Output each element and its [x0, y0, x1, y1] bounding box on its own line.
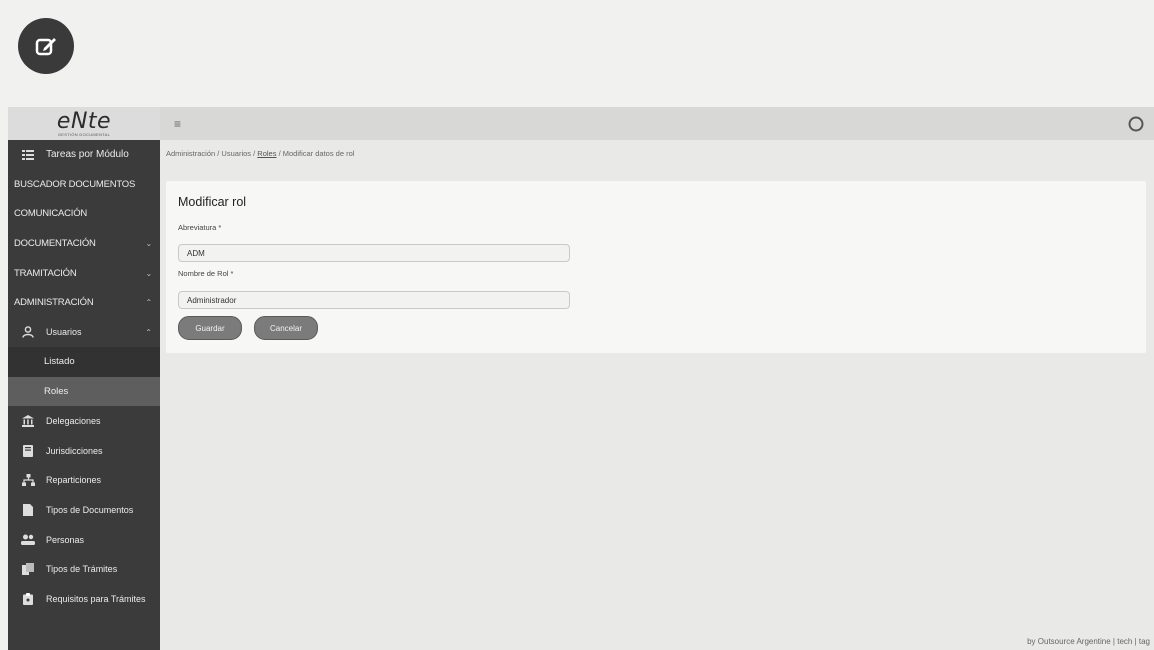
- sidebar-item-tareas[interactable]: Tareas por Módulo: [8, 140, 160, 170]
- sidebar-item-label: COMUNICACIÓN: [14, 208, 88, 220]
- sidebar-item-delegaciones[interactable]: Delegaciones: [8, 406, 160, 436]
- chevron-up-icon: ⌃: [145, 298, 152, 308]
- files-icon: [20, 563, 36, 576]
- sidebar-item-label: Requisitos para Trámites: [46, 593, 146, 604]
- role-name-input[interactable]: [178, 291, 570, 309]
- sidebar-item-requisitos[interactable]: Requisitos para Trámites: [8, 584, 160, 614]
- sitemap-icon: [20, 474, 36, 487]
- sidebar-item-label: ADMINISTRACIÓN: [14, 297, 94, 309]
- sidebar-item-label: TRAMITACIÓN: [14, 267, 77, 279]
- sidebar-item-label: Personas: [46, 534, 85, 545]
- users-icon: [20, 534, 36, 546]
- file-icon: [20, 503, 36, 516]
- sidebar-item-personas[interactable]: Personas: [8, 525, 160, 555]
- sidebar-item-label: Listado: [44, 356, 75, 368]
- sidebar-item-label: Tipos de Documentos: [46, 504, 134, 515]
- breadcrumb-current: / Modificar datos de rol: [276, 149, 355, 158]
- sidebar-item-tipos-tramites[interactable]: Tipos de Trámites: [8, 554, 160, 584]
- sidebar-item-roles[interactable]: Roles: [8, 376, 160, 407]
- page-title: Modificar rol: [178, 195, 247, 209]
- sidebar-item-label: Usuarios: [46, 327, 82, 338]
- edit-icon[interactable]: [18, 18, 74, 74]
- user-circle-icon[interactable]: [1128, 116, 1144, 137]
- chevron-down-icon: ⌄: [145, 268, 152, 278]
- bank-icon: [20, 415, 36, 428]
- form-card: Modificar rol Abreviatura * Nombre de Ro…: [166, 181, 1146, 353]
- footer-credit: by Outsource Argentine | tech | tag: [1027, 637, 1150, 646]
- sidebar-item-label: Tareas por Módulo: [46, 149, 129, 161]
- brand-name: eNte: [56, 108, 112, 134]
- list-icon: [20, 149, 36, 160]
- brand-logo[interactable]: eNte GESTIÓN DOCUMENTAL: [8, 107, 160, 140]
- hamburger-icon[interactable]: ≡: [174, 117, 181, 131]
- sidebar-item-label: Roles: [44, 386, 69, 398]
- sidebar-item-tramitacion[interactable]: TRAMITACIÓN ⌄: [8, 258, 160, 288]
- sidebar-item-usuarios[interactable]: Usuarios ⌃: [8, 318, 160, 348]
- chevron-up-icon: ⌃: [145, 327, 152, 337]
- sidebar-item-buscador[interactable]: BUSCADOR DOCUMENTOS: [8, 170, 160, 200]
- sidebar-item-label: Tipos de Trámites: [46, 564, 118, 575]
- breadcrumb-link-roles[interactable]: Roles: [257, 149, 276, 158]
- book-icon: [20, 444, 36, 457]
- sidebar-item-label: Jurisdicciones: [46, 445, 103, 456]
- clipboard-icon: [20, 592, 36, 605]
- sidebar-item-label: DOCUMENTACIÓN: [14, 238, 96, 250]
- sidebar: eNte GESTIÓN DOCUMENTAL Tareas por Módul…: [8, 107, 160, 650]
- abbr-input[interactable]: [178, 244, 570, 262]
- brand-tagline: GESTIÓN DOCUMENTAL: [57, 131, 111, 137]
- top-bar: ≡: [160, 107, 1154, 140]
- sidebar-item-administracion[interactable]: ADMINISTRACIÓN ⌃: [8, 288, 160, 318]
- sidebar-item-jurisdicciones[interactable]: Jurisdicciones: [8, 436, 160, 466]
- sidebar-item-comunicacion[interactable]: COMUNICACIÓN: [8, 199, 160, 229]
- sidebar-item-reparticiones[interactable]: Reparticiones: [8, 466, 160, 496]
- sidebar-item-label: Reparticiones: [46, 475, 102, 486]
- chevron-down-icon: ⌄: [145, 239, 152, 249]
- breadcrumb-text: Administración / Usuarios /: [166, 149, 258, 158]
- sidebar-item-label: BUSCADOR DOCUMENTOS: [14, 178, 136, 190]
- sidebar-item-label: Delegaciones: [46, 416, 101, 427]
- user-icon: [20, 326, 36, 339]
- cancel-button[interactable]: Cancelar: [254, 316, 318, 340]
- role-name-label: Nombre de Rol *: [178, 269, 234, 278]
- sidebar-item-listado[interactable]: Listado: [8, 347, 160, 377]
- sidebar-item-tipos-documentos[interactable]: Tipos de Documentos: [8, 495, 160, 525]
- save-button[interactable]: Guardar: [178, 316, 242, 340]
- breadcrumb: Administración / Usuarios / Roles / Modi…: [166, 149, 354, 158]
- app-window: eNte GESTIÓN DOCUMENTAL Tareas por Módul…: [8, 107, 1154, 650]
- abbr-label: Abreviatura *: [178, 223, 222, 232]
- sidebar-item-documentacion[interactable]: DOCUMENTACIÓN ⌄: [8, 229, 160, 259]
